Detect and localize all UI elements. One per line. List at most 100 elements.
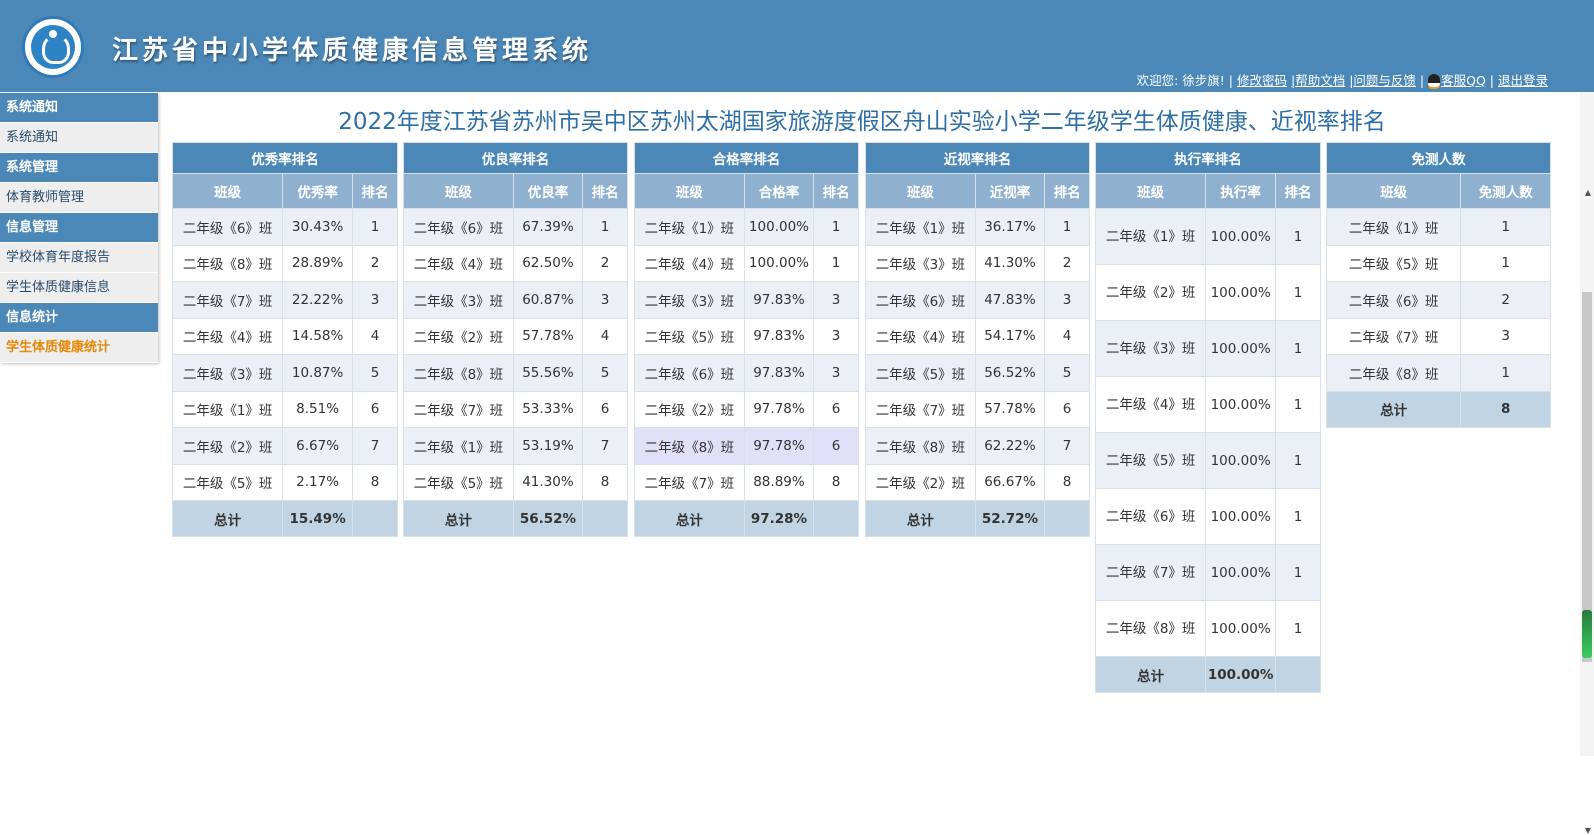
value-cell: 1 xyxy=(1275,432,1321,489)
value-cell: 55.56% xyxy=(512,354,584,392)
table-row: 二年级《5》班 56.52% 5 xyxy=(865,354,1090,392)
total-cell: 总计 xyxy=(1325,390,1462,428)
column-header: 班级 xyxy=(403,173,514,209)
total-cell: 总计 xyxy=(403,500,514,537)
value-cell: 28.89% xyxy=(282,244,353,282)
value-cell: 1 xyxy=(1275,600,1321,657)
sidebar-item-teacher-management[interactable]: 体育教师管理 xyxy=(0,183,158,213)
table-title: 执行率排名 xyxy=(1095,142,1321,174)
table-row: 二年级《2》班 6.67% 7 xyxy=(171,427,398,465)
sidebar-section-info[interactable]: 信息管理 xyxy=(0,213,158,243)
value-cell: 100.00% xyxy=(1205,488,1276,545)
table-row: 二年级《6》班 100.00% 1 xyxy=(1094,488,1321,545)
value-cell: 1 xyxy=(1275,264,1321,321)
class-cell: 二年级《3》班 xyxy=(171,354,284,392)
good-rate-table: 优良率排名 班级 优良率 排名 二年级《6》班 67.39% 1 二年级《4》班 62.50% 2… xyxy=(403,142,628,537)
table-row: 二年级《2》班 97.78% 6 xyxy=(634,390,859,428)
value-cell: 1 xyxy=(1460,244,1551,282)
value-cell: 67.39% xyxy=(512,208,584,246)
sidebar-item-annual-report[interactable]: 学校体育年度报告 xyxy=(0,243,158,273)
class-cell: 二年级《5》班 xyxy=(634,317,745,355)
scroll-up-arrow-icon[interactable]: ▲ xyxy=(1585,188,1591,197)
table-row: 二年级《2》班 66.67% 8 xyxy=(865,463,1090,501)
logout-link[interactable]: 退出登录 xyxy=(1498,73,1548,88)
scrollbar-indicator xyxy=(1582,610,1592,658)
pass-rate-table: 合格率排名 班级 合格率 排名 二年级《1》班 100.00% 1 二年级《4》班 100.00… xyxy=(634,142,859,537)
sidebar-item-health-info[interactable]: 学生体质健康信息 xyxy=(0,273,158,303)
sidebar-section-system[interactable]: 系统管理 xyxy=(0,153,158,183)
value-cell: 3 xyxy=(1044,281,1090,319)
feedback-link[interactable]: |问题与反馈 xyxy=(1349,73,1416,88)
class-cell: 二年级《6》班 xyxy=(1325,281,1462,319)
value-cell: 7 xyxy=(1044,427,1090,465)
class-cell: 二年级《7》班 xyxy=(403,390,514,428)
table-row: 二年级《7》班 88.89% 8 xyxy=(634,463,859,501)
sidebar-section-statistics[interactable]: 信息统计 xyxy=(0,303,158,333)
total-cell: 总计 xyxy=(634,500,745,537)
qq-penguin-icon xyxy=(1428,74,1441,87)
value-cell: 2 xyxy=(1044,244,1090,282)
total-cell: 总计 xyxy=(865,500,976,537)
class-cell: 二年级《3》班 xyxy=(1094,320,1207,377)
value-cell: 47.83% xyxy=(974,281,1046,319)
sidebar-section-notice[interactable]: 系统通知 xyxy=(0,93,158,123)
table-row: 二年级《4》班 54.17% 4 xyxy=(865,317,1090,355)
table-row: 二年级《3》班 60.87% 3 xyxy=(403,281,628,319)
table-row: 二年级《8》班 100.00% 1 xyxy=(1094,600,1321,657)
change-password-link[interactable]: 修改密码 xyxy=(1237,73,1287,88)
total-row: 总计 8 xyxy=(1325,390,1551,428)
logo-emblem-icon xyxy=(31,25,75,69)
value-cell: 57.78% xyxy=(974,390,1046,428)
total-cell xyxy=(1044,500,1090,537)
scrollbar-thumb[interactable] xyxy=(1582,292,1592,662)
sidebar-item-system-notice[interactable]: 系统通知 xyxy=(0,123,158,153)
page-heading: 2022年度江苏省苏州市吴中区苏州太湖国家旅游度假区舟山实验小学二年级学生体质健… xyxy=(338,109,1386,135)
value-cell: 3 xyxy=(352,281,398,319)
value-cell: 3 xyxy=(813,317,859,355)
table-row: 二年级《4》班 100.00% 1 xyxy=(1094,376,1321,433)
total-cell: 总计 xyxy=(171,500,284,537)
class-cell: 二年级《4》班 xyxy=(403,244,514,282)
value-cell: 100.00% xyxy=(1205,544,1276,601)
value-cell: 100.00% xyxy=(1205,264,1276,321)
column-header: 排名 xyxy=(582,173,628,209)
value-cell: 100.00% xyxy=(1205,376,1276,433)
value-cell: 5 xyxy=(352,354,398,392)
value-cell: 5 xyxy=(1044,354,1090,392)
scroll-down-arrow-icon[interactable]: ▼ xyxy=(1585,826,1591,835)
value-cell: 8.51% xyxy=(282,390,353,428)
class-cell: 二年级《8》班 xyxy=(171,244,284,282)
table-row: 二年级《4》班 100.00% 1 xyxy=(634,244,859,282)
column-header: 班级 xyxy=(865,173,976,209)
value-cell: 6 xyxy=(582,390,628,428)
column-header: 免测人数 xyxy=(1460,173,1551,209)
page-scrollbar[interactable]: ▲ ▼ xyxy=(1580,92,1594,835)
value-cell: 1 xyxy=(1275,544,1321,601)
column-header: 合格率 xyxy=(743,173,815,209)
table-row: 二年级《7》班 53.33% 6 xyxy=(403,390,628,428)
value-cell: 97.83% xyxy=(743,281,815,319)
table-row: 二年级《3》班 10.87% 5 xyxy=(171,354,398,392)
table-row: 二年级《8》班 28.89% 2 xyxy=(171,244,398,282)
value-cell: 1 xyxy=(1275,208,1321,265)
class-cell: 二年级《4》班 xyxy=(865,317,976,355)
value-cell: 1 xyxy=(1460,208,1551,246)
qq-service-link[interactable]: 客服QQ xyxy=(1441,73,1486,88)
value-cell: 1 xyxy=(1044,208,1090,246)
total-cell: 总计 xyxy=(1094,656,1207,693)
separator-link[interactable]: | xyxy=(1420,73,1424,88)
class-cell: 二年级《7》班 xyxy=(171,281,284,319)
column-header: 班级 xyxy=(634,173,745,209)
help-docs-link[interactable]: |帮助文档 xyxy=(1291,73,1345,88)
column-header: 排名 xyxy=(352,173,398,209)
class-cell: 二年级《3》班 xyxy=(634,281,745,319)
table-title: 合格率排名 xyxy=(634,142,859,174)
table-row: 二年级《2》班 100.00% 1 xyxy=(1094,264,1321,321)
separator: | xyxy=(1489,73,1494,88)
class-cell: 二年级《7》班 xyxy=(634,463,745,501)
value-cell: 100.00% xyxy=(743,244,815,282)
value-cell: 57.78% xyxy=(512,317,584,355)
table-row: 二年级《1》班 8.51% 6 xyxy=(171,390,398,428)
column-header: 优秀率 xyxy=(282,173,353,209)
sidebar-item-health-statistics[interactable]: 学生体质健康统计 xyxy=(0,333,158,363)
